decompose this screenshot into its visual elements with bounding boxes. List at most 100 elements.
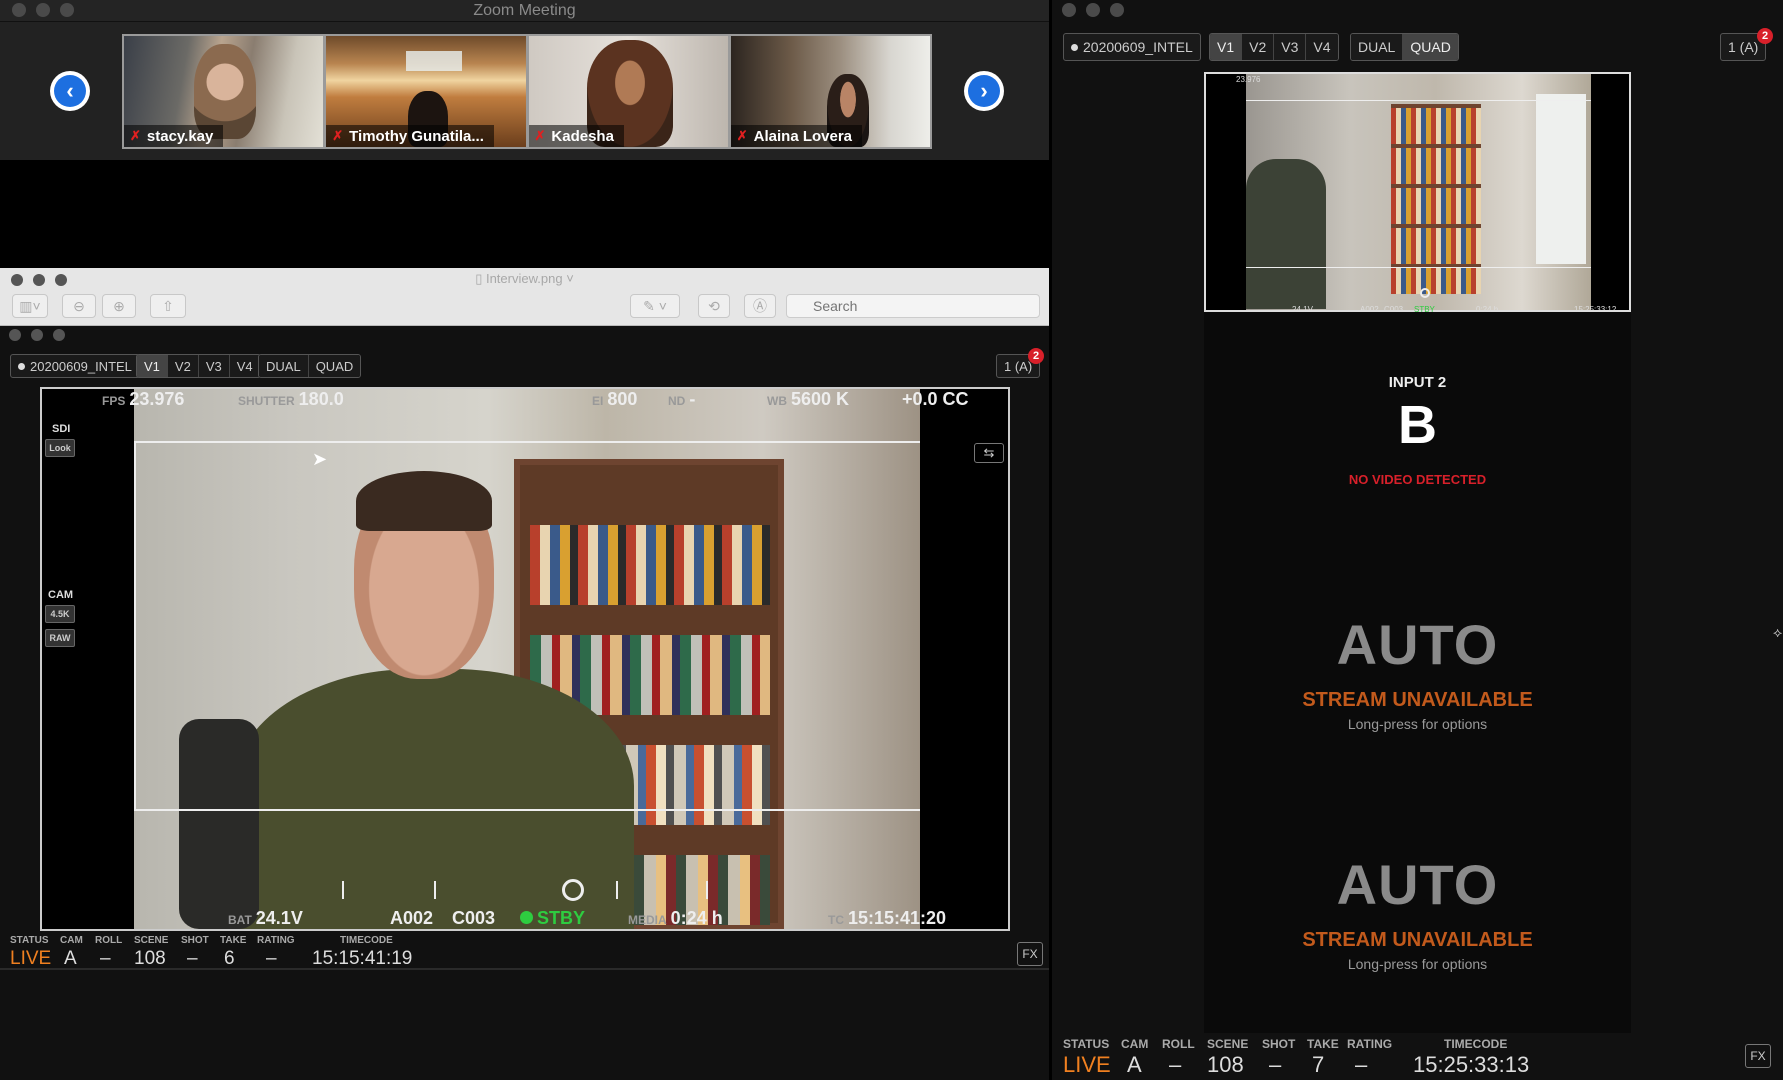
input-letter: B	[1398, 395, 1437, 455]
zoom-window: Zoom Meeting ‹ › ✗ stacy.kay ✗ Timothy Gun…	[0, 0, 1049, 268]
window-controls[interactable]	[9, 329, 65, 341]
mic-muted-icon: ✗	[534, 128, 546, 143]
participant-name-label: ✗ stacy.kay	[124, 125, 224, 147]
clip-readout: C003	[452, 908, 496, 928]
shot-value: –	[1269, 1052, 1282, 1077]
layout-quad-button[interactable]: QUAD	[308, 355, 361, 377]
minimize-button[interactable]	[31, 329, 43, 341]
view-selector[interactable]: V1 V2 V3 V4	[1209, 33, 1339, 61]
video-frame: FPS 23.976 SHUTTER 180.0 EI 800 ND - WB 5600 …	[40, 387, 1010, 931]
camera-thumbnail	[1246, 74, 1591, 310]
chevron-right-icon: ›	[968, 75, 1000, 107]
quad-panels: INPUT 2 B NO VIDEO DETECTED AUTO STREAM …	[1204, 312, 1631, 1033]
preview-toolbar: ▯ Interview.png ˅ ▥˅ ⊖ ⊕ ⇧ ✎ ˅ ⟲ Ⓐ ⌕	[0, 268, 1049, 326]
participant-tiles: ✗ stacy.kay ✗ Timothy Gunatila... ✗ Kadesha…	[122, 34, 932, 149]
scene-value: 108	[1207, 1052, 1244, 1077]
view-tab-v3[interactable]: V3	[1274, 34, 1307, 60]
cam-label: CAM	[1121, 1037, 1149, 1051]
window-controls[interactable]	[1062, 3, 1124, 17]
look-button[interactable]: Look	[45, 439, 75, 457]
view-tab-v1[interactable]: V1	[1210, 34, 1243, 60]
search-input[interactable]	[786, 294, 1040, 318]
camera-image	[134, 389, 920, 929]
sidebar-toggle-button[interactable]: ▥˅	[12, 294, 48, 318]
shot-label: SHOT	[181, 935, 209, 946]
record-state: STBY	[520, 908, 585, 929]
project-selector[interactable]: 20200609_INTEL	[1063, 33, 1201, 61]
scene-label: SCENE	[134, 935, 169, 946]
fx-button[interactable]: FX	[1745, 1044, 1771, 1068]
cc-readout: +0.0 CC	[902, 389, 969, 409]
scene-label: SCENE	[1207, 1037, 1249, 1051]
project-selector[interactable]: 20200609_INTEL	[10, 354, 140, 378]
frame-guide-edge	[134, 441, 136, 811]
timecode-label: TIMECODE	[1444, 1037, 1508, 1051]
roll-label: ROLL	[1162, 1037, 1195, 1051]
slot-3-title: AUTO	[1336, 613, 1499, 676]
zoom-in-button[interactable]: ⊕	[102, 294, 136, 318]
view-tab-v4[interactable]: V4	[1306, 34, 1338, 60]
close-button[interactable]	[9, 329, 21, 341]
share-button[interactable]: ⇧	[150, 294, 186, 318]
nd-readout: ND -	[668, 389, 696, 409]
monitor-window-left: 20200609_INTEL V1 V2 V3 V4 DUAL QUAD 1 (…	[0, 326, 1049, 1080]
share-icon: ⇧	[162, 297, 174, 314]
markup-circle-icon: Ⓐ	[753, 298, 767, 314]
take-value: 7	[1312, 1052, 1325, 1077]
mic-muted-icon: ✗	[736, 128, 748, 143]
mouse-cursor-icon: ➤	[312, 449, 328, 469]
usb-icon[interactable]: ⇆	[974, 443, 1004, 463]
cam-label: CAM	[48, 589, 74, 601]
participant-tile[interactable]: ✗ Timothy Gunatila...	[326, 36, 526, 147]
layout-selector[interactable]: DUAL QUAD	[1350, 33, 1459, 61]
battery-readout: BAT 24.1V	[228, 908, 303, 928]
rating-label: RATING	[1347, 1037, 1393, 1051]
zoom-button[interactable]	[1110, 3, 1124, 17]
layout-dual-button[interactable]: DUAL	[259, 355, 309, 377]
resize-handle-icon[interactable]: ⟡	[1773, 624, 1782, 641]
shot-value: –	[187, 948, 198, 969]
participant-strip: ‹ › ✗ stacy.kay ✗ Timothy Gunatila... ✗ Kad…	[0, 22, 1049, 160]
participant-tile[interactable]: ✗ Kadesha	[528, 36, 728, 147]
view-selector[interactable]: V1 V2 V3 V4	[136, 354, 261, 378]
scene-value: 108	[134, 948, 166, 969]
quad-view-1[interactable]: 23.976 24.1V A002 C003 STBY 0:24 h 15:25…	[1204, 72, 1631, 314]
participant-name-label: ✗ Timothy Gunatila...	[326, 125, 494, 147]
participant-name-label: ✗ Alaina Lovera	[730, 125, 863, 147]
monitor-window-right: 20200609_INTEL V1 V2 V3 V4 DUAL QUAD 1 (…	[1052, 0, 1783, 1080]
zoom-button[interactable]	[53, 329, 65, 341]
layout-dual-button[interactable]: DUAL	[1351, 34, 1404, 60]
markup-button[interactable]: ✎ ˅	[630, 294, 680, 318]
slot-4-hint[interactable]: Long-press for options	[1204, 956, 1631, 972]
rating-label: RATING	[257, 935, 295, 946]
view-tab-v1[interactable]: V1	[137, 355, 168, 377]
view-tab-v4[interactable]: V4	[229, 355, 260, 377]
chevron-left-icon: ‹	[54, 75, 86, 107]
minimize-button[interactable]	[1086, 3, 1100, 17]
close-button[interactable]	[1062, 3, 1076, 17]
mic-muted-icon: ✗	[130, 128, 141, 143]
rotate-button[interactable]: ⟲	[698, 294, 730, 318]
annotate-button[interactable]: Ⓐ	[744, 294, 776, 318]
prev-page-button[interactable]: ‹	[50, 71, 90, 111]
slot-3-hint[interactable]: Long-press for options	[1204, 716, 1631, 732]
resolution-badge: 4.5K	[45, 605, 75, 623]
tick-mark	[616, 881, 618, 899]
next-page-button[interactable]: ›	[964, 71, 1004, 111]
rating-value: –	[1355, 1052, 1368, 1077]
zoom-out-button[interactable]: ⊖	[62, 294, 96, 318]
status-label: STATUS	[10, 935, 49, 946]
wb-readout: WB 5600 K	[767, 389, 850, 409]
rating-value: –	[266, 948, 277, 969]
view-tab-v2[interactable]: V2	[167, 355, 199, 377]
sdi-label: SDI	[52, 423, 71, 435]
participant-tile[interactable]: ✗ stacy.kay	[124, 36, 324, 147]
participant-tile[interactable]: ✗ Alaina Lovera	[730, 36, 930, 147]
layout-quad-button[interactable]: QUAD	[1403, 34, 1458, 60]
layout-selector[interactable]: DUAL QUAD	[258, 354, 362, 378]
view-tab-v2[interactable]: V2	[1242, 34, 1275, 60]
view-tab-v3[interactable]: V3	[198, 355, 230, 377]
tick-mark	[434, 881, 436, 899]
fx-button[interactable]: FX	[1017, 942, 1043, 966]
zoom-in-icon: ⊕	[113, 297, 125, 314]
